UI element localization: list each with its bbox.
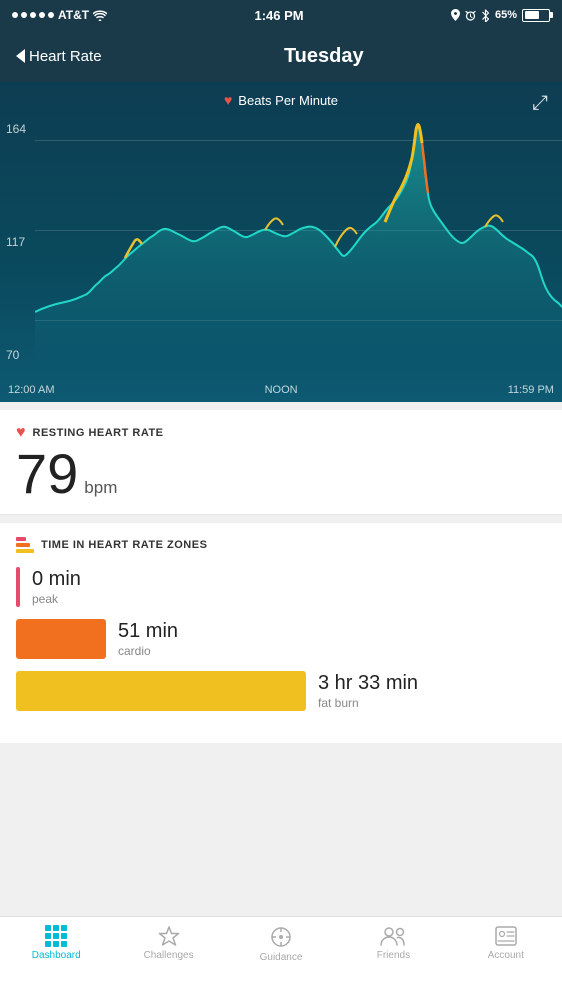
zones-bars-icon xyxy=(16,537,34,553)
status-right: 65% xyxy=(451,9,550,22)
bluetooth-icon xyxy=(481,9,490,22)
nav-item-friends[interactable]: Friends xyxy=(337,925,449,961)
fatburn-zone-label: fat burn xyxy=(318,696,418,710)
page-title: Tuesday xyxy=(102,45,546,68)
nav-item-dashboard[interactable]: Dashboard xyxy=(0,925,112,961)
heart-rate-chart-container: ♥ Beats Per Minute ⤢ 164 117 70 1 xyxy=(0,82,562,402)
cardio-zone-value-row: 51 min xyxy=(118,620,178,643)
cardio-zone-bar xyxy=(16,619,106,659)
peak-zone-info: 0 min peak xyxy=(32,568,81,606)
nav-label-friends: Friends xyxy=(377,950,410,961)
gap-1 xyxy=(0,402,562,410)
legend-heart-icon: ♥ xyxy=(224,92,232,108)
cardio-zone-info: 51 min cardio xyxy=(118,620,178,658)
battery-icon xyxy=(522,9,550,22)
location-icon xyxy=(451,9,460,21)
status-time: 1:46 PM xyxy=(254,8,303,23)
dashboard-icon xyxy=(45,925,67,947)
fatburn-zone-value-row: 3 hr 33 min xyxy=(318,672,418,695)
guidance-icon xyxy=(269,925,293,949)
resting-bpm-value: 79 xyxy=(16,446,78,502)
y-label-mid: 117 xyxy=(6,235,26,249)
resting-heart-rate-section: ♥ RESTING HEART RATE 79 bpm xyxy=(0,410,562,515)
chevron-left-icon xyxy=(16,49,25,63)
nav-header: Heart Rate Tuesday xyxy=(0,30,562,82)
heart-rate-chart-svg xyxy=(35,122,562,364)
resting-title: RESTING HEART RATE xyxy=(33,427,164,439)
cardio-zone-time: 51 min xyxy=(118,620,178,643)
resting-value-row: 79 bpm xyxy=(16,446,546,502)
status-left: AT&T xyxy=(12,8,107,22)
wifi-icon xyxy=(93,10,107,21)
back-button[interactable]: Heart Rate xyxy=(16,48,102,65)
nav-label-account: Account xyxy=(488,950,524,961)
nav-label-dashboard: Dashboard xyxy=(32,950,81,961)
fatburn-zone-inner: 3 hr 33 min fat burn xyxy=(16,671,546,711)
carrier-label: AT&T xyxy=(58,8,89,22)
resting-bpm-unit: bpm xyxy=(84,478,117,498)
peak-zone-inner: 0 min peak xyxy=(16,567,546,607)
cardio-zone-inner: 51 min cardio xyxy=(16,619,546,659)
challenges-icon xyxy=(157,925,181,947)
x-label-end: 11:59 PM xyxy=(508,384,554,396)
status-bar: AT&T 1:46 PM 65% xyxy=(0,0,562,30)
gap-2 xyxy=(0,515,562,523)
resting-section-header: ♥ RESTING HEART RATE xyxy=(16,424,546,442)
fatburn-zone-row: 3 hr 33 min fat burn xyxy=(16,671,546,711)
expand-button[interactable]: ⤢ xyxy=(532,92,548,115)
zones-header: TIME IN HEART RATE ZONES xyxy=(16,537,546,553)
peak-zone-bar xyxy=(16,567,20,607)
nav-item-challenges[interactable]: Challenges xyxy=(112,925,224,961)
nav-item-guidance[interactable]: Guidance xyxy=(225,925,337,963)
peak-zone-label: peak xyxy=(32,592,81,606)
signal-dots xyxy=(12,12,54,18)
fatburn-zone-bar xyxy=(16,671,306,711)
legend-label: Beats Per Minute xyxy=(238,93,338,108)
battery-percent: 65% xyxy=(495,9,517,21)
chart-legend: ♥ Beats Per Minute xyxy=(0,82,562,114)
nav-label-challenges: Challenges xyxy=(144,950,194,961)
bottom-nav: Dashboard Challenges Guidance Friends xyxy=(0,916,562,999)
back-label: Heart Rate xyxy=(29,48,102,65)
fatburn-zone-time: 3 hr 33 min xyxy=(318,672,418,695)
peak-zone-value-row: 0 min xyxy=(32,568,81,591)
nav-item-account[interactable]: Account xyxy=(450,925,562,961)
cardio-zone-row: 51 min cardio xyxy=(16,619,546,659)
fatburn-zone-info: 3 hr 33 min fat burn xyxy=(318,672,418,710)
zones-title: TIME IN HEART RATE ZONES xyxy=(41,539,207,551)
x-label-mid: NOON xyxy=(265,384,298,396)
friends-icon xyxy=(379,925,407,947)
x-label-start: 12:00 AM xyxy=(8,384,54,396)
cardio-zone-label: cardio xyxy=(118,644,178,658)
peak-zone-time: 0 min xyxy=(32,568,81,591)
nav-label-guidance: Guidance xyxy=(260,952,303,963)
chart-y-labels: 164 117 70 xyxy=(6,122,26,362)
heart-rate-zones-section: TIME IN HEART RATE ZONES 0 min peak 51 m… xyxy=(0,523,562,743)
account-icon xyxy=(494,925,518,947)
chart-x-labels: 12:00 AM NOON 11:59 PM xyxy=(0,384,562,396)
alarm-icon xyxy=(465,10,476,21)
y-label-bottom: 70 xyxy=(6,348,26,362)
y-label-top: 164 xyxy=(6,122,26,136)
resting-heart-icon: ♥ xyxy=(16,424,26,442)
peak-zone-row: 0 min peak xyxy=(16,567,546,607)
